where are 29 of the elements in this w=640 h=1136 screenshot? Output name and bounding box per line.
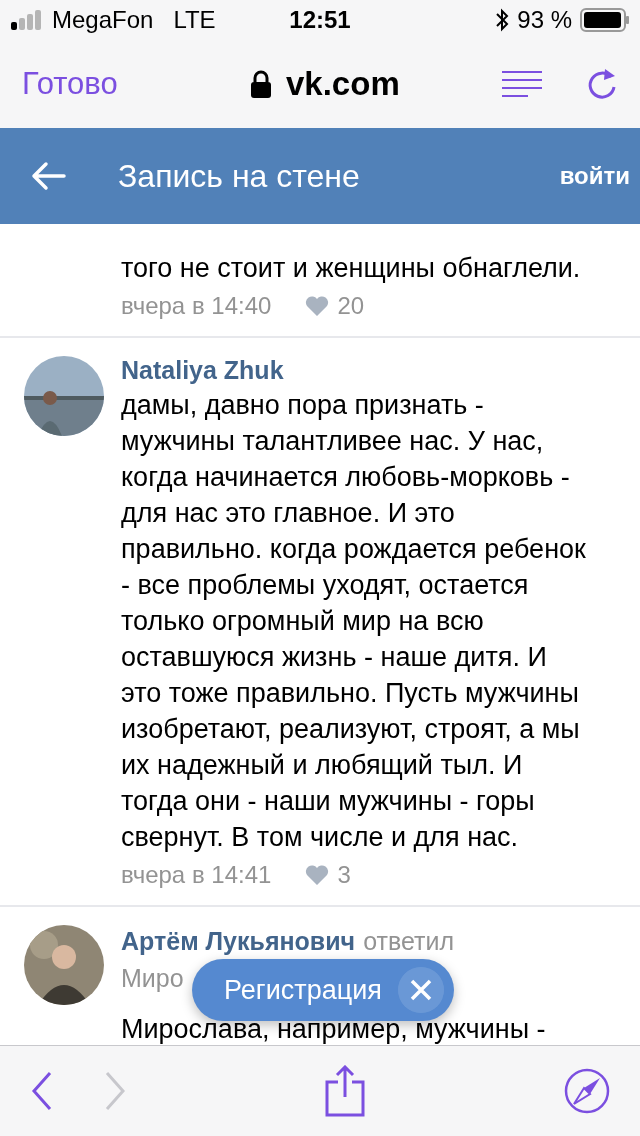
comment-text: того не стоит и женщины обнаглели. [121,252,582,285]
reader-icon[interactable] [502,69,542,99]
reload-icon[interactable] [586,67,618,101]
carrier-name: MegaFon [52,6,154,34]
clock-time: 12:51 [289,6,351,34]
like-count: 3 [337,861,351,889]
like-count: 20 [337,292,365,320]
lock-icon [250,70,272,98]
registration-button[interactable]: Регистрация [192,959,454,1021]
login-button[interactable]: войти [559,162,630,190]
comment-text: дамы, давно пора признать - мужчины талантливее нас. У нас, когда начинается любовь-морковь - для нас это главное. И это правильно. когда рождается ребенок - все проблемы уходят, остается только огромный мир на всю оставшуюся жизнь - наше дитя. И это тоже правильно. Пусть мужчины изобретают, реализуют, строят, а мы их надежный и любящий тыл. И тогда они - наши мужчины - горы свернут. В том числе и для нас. [121,389,587,854]
battery-icon [580,8,630,32]
bluetooth-icon [495,8,510,32]
network-type: LTE [173,6,216,34]
author-name[interactable]: Артём Лукьянович [121,927,356,956]
author-name[interactable]: Nataliya Zhuk [121,356,284,385]
comment-time: вчера в 14:41 [121,861,272,889]
back-icon[interactable] [30,1071,54,1111]
signal-icon [10,10,44,30]
page-title: Запись на стене [118,157,361,195]
back-arrow-icon[interactable] [30,161,66,191]
done-button[interactable]: Готово [22,66,118,102]
share-icon[interactable] [325,1065,366,1117]
reply-label: ответил [363,927,454,956]
battery-percent: 93 % [517,6,572,34]
compass-icon[interactable] [563,1068,610,1114]
address-field[interactable]: vk.com [286,65,400,103]
comment-time: вчера в 14:40 [121,292,272,320]
reply-target[interactable]: Миро [121,964,184,993]
